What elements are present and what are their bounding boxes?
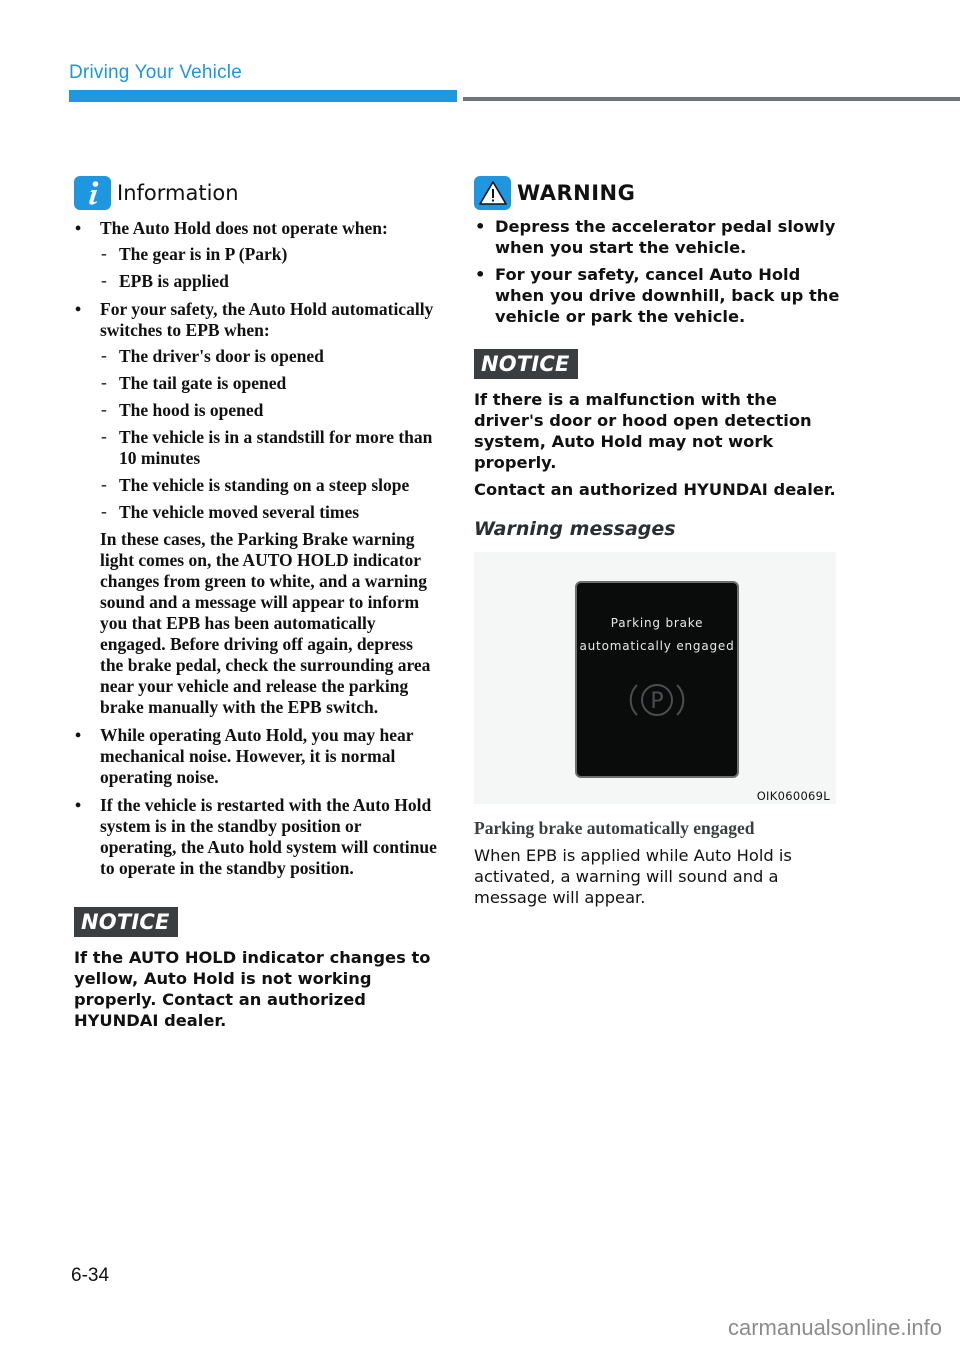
list-item-text: Depress the accelerator pedal slowly whe…: [495, 217, 836, 257]
warning-list: • Depress the accelerator pedal slowly wh…: [474, 216, 844, 327]
notice-text: Contact an authorized HYUNDAI dealer.: [474, 480, 836, 499]
sub-list-item-text: The vehicle moved several times: [119, 502, 360, 522]
display-message-line2: automatically engaged: [579, 639, 735, 653]
notice-left-block: NOTICE If the AUTO HOLD indicator change…: [74, 907, 440, 1031]
section-header-title: Driving Your Vehicle: [69, 62, 242, 83]
info-icon: [74, 176, 111, 210]
right-column: WARNING • Depress the accelerator pedal s…: [474, 176, 844, 908]
sub-list-item: - The tail gate is opened: [100, 372, 440, 394]
page-number: 6-34: [71, 1265, 110, 1286]
information-heading: Information: [74, 176, 440, 210]
cluster-figure: Parking brake automatically engaged P OI…: [474, 552, 836, 804]
list-item: • Depress the accelerator pedal slowly wh…: [474, 216, 844, 258]
list-item: • For your safety, the Auto Hold automat…: [74, 299, 440, 718]
sub-list-item: - The vehicle is standing on a steep slop…: [100, 474, 440, 496]
parking-brake-glyph: P: [650, 689, 663, 714]
bullet-icon: •: [75, 218, 82, 238]
list-item-text: For your safety, cancel Auto Hold when y…: [495, 265, 840, 326]
description-text: When EPB is applied while Auto Hold is a…: [474, 846, 792, 907]
dash-icon: -: [101, 501, 107, 521]
dash-icon: -: [101, 426, 107, 446]
list-item-text: For your safety, the Auto Hold automatic…: [100, 299, 434, 340]
dash-icon: -: [101, 243, 107, 263]
sub-list-item-text: The vehicle is in a standstill for more …: [119, 427, 433, 468]
notice-text: If there is a malfunction with the drive…: [474, 390, 812, 472]
watermark-link[interactable]: carmanualsonline.info: [728, 1315, 942, 1341]
sub-list: - The gear is in P (Park) - EPB is applied: [100, 243, 440, 292]
bullet-icon: •: [75, 299, 82, 319]
list-item: • If the vehicle is restarted with the A…: [74, 795, 440, 879]
information-list: • The Auto Hold does not operate when: -…: [74, 218, 440, 879]
bullet-icon: •: [475, 265, 486, 284]
left-column: Information • The Auto Hold does not ope…: [74, 176, 440, 1031]
display-message-line1: Parking brake: [610, 616, 704, 630]
notice-text: If the AUTO HOLD indicator changes to ye…: [74, 948, 431, 1030]
sub-list-item: - The gear is in P (Park): [100, 243, 440, 265]
sub-list-item: - The hood is opened: [100, 399, 440, 421]
parking-brake-icon: P: [629, 678, 685, 726]
sub-list-item-text: The tail gate is opened: [119, 373, 287, 393]
list-item: • For your safety, cancel Auto Hold when …: [474, 264, 844, 327]
sub-list: - The driver's door is opened - The tail g…: [100, 345, 440, 523]
warning-heading: WARNING: [474, 176, 844, 210]
notice-badge: NOTICE: [74, 907, 178, 937]
header-accent-bar: [69, 90, 457, 102]
sub-list-item-text: The hood is opened: [119, 400, 264, 420]
sub-list-item: - EPB is applied: [100, 270, 440, 292]
header-rule: [463, 97, 960, 101]
dash-icon: -: [101, 270, 107, 290]
list-item-text: The Auto Hold does not operate when:: [100, 218, 388, 238]
sub-list-item-text: EPB is applied: [119, 271, 229, 291]
list-item: • The Auto Hold does not operate when: -…: [74, 218, 440, 292]
sub-list-item-text: The driver's door is opened: [119, 346, 324, 366]
follow-up-paragraph: In these cases, the Parking Brake warnin…: [100, 529, 431, 717]
warning-triangle-icon: [474, 176, 511, 210]
dash-icon: -: [101, 474, 107, 494]
bullet-icon: •: [75, 725, 82, 745]
bullet-icon: •: [475, 217, 486, 236]
dash-icon: -: [101, 399, 107, 419]
list-item-text: While operating Auto Hold, you may hear …: [100, 725, 414, 787]
sub-list-item: - The vehicle moved several times: [100, 501, 440, 523]
sub-list-item-text: The gear is in P (Park): [119, 244, 288, 264]
warning-title: WARNING: [517, 181, 636, 205]
sub-list-item: - The driver's door is opened: [100, 345, 440, 367]
cluster-display: Parking brake automatically engaged P: [575, 581, 739, 778]
notice-right-block: NOTICE If there is a malfunction with th…: [474, 349, 844, 500]
figure-code: OIK060069L: [756, 789, 830, 803]
sub-heading: Parking brake automatically engaged: [474, 818, 755, 838]
dash-icon: -: [101, 345, 107, 365]
bullet-icon: •: [75, 795, 82, 815]
information-title: Information: [117, 181, 239, 205]
list-item-text: If the vehicle is restarted with the Aut…: [100, 795, 437, 878]
list-item: • While operating Auto Hold, you may hea…: [74, 725, 440, 788]
sub-list-item-text: The vehicle is standing on a steep slope: [119, 475, 410, 495]
warning-messages-title: Warning messages: [474, 518, 676, 540]
dash-icon: -: [101, 372, 107, 392]
sub-list-item: - The vehicle is in a standstill for more…: [100, 426, 440, 469]
notice-badge: NOTICE: [474, 349, 578, 379]
